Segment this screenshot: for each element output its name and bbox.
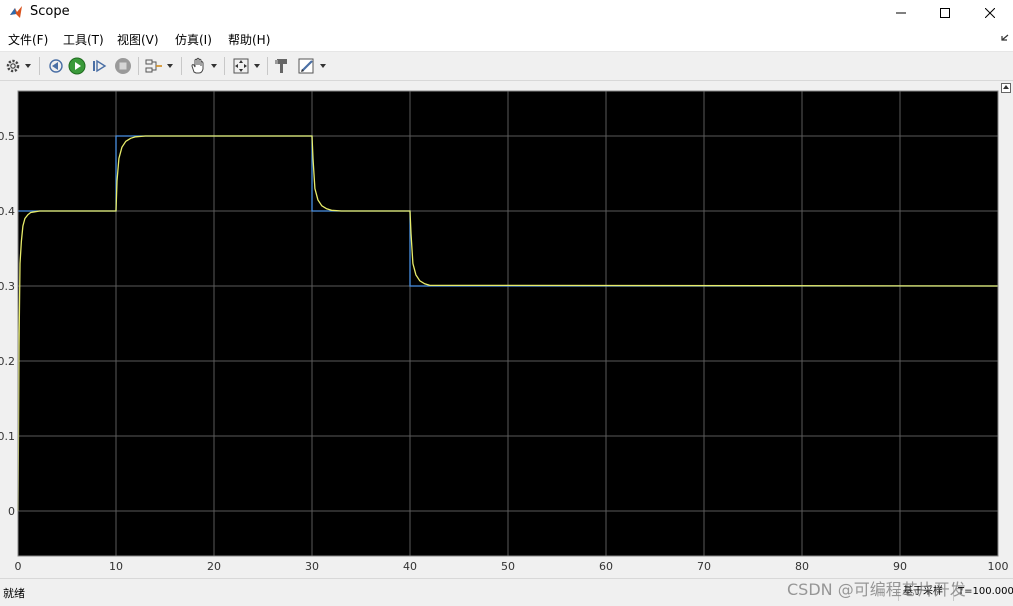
toolbar-separator <box>138 57 139 75</box>
menu-help[interactable]: 帮助(H) <box>228 31 270 48</box>
scope-plot-area: 0 10 20 30 40 50 60 70 80 90 100 0 0.1 0.2 0.3 0.4 0.5 <box>0 81 1013 578</box>
toolbar-separator <box>267 57 268 75</box>
menu-bar: 文件(F) 工具(T) 视图(V) 仿真(I) 帮助(H) <box>0 25 1013 52</box>
menu-view[interactable]: 视图(V) <box>117 31 159 48</box>
chevron-down-icon <box>25 64 31 68</box>
style-icon <box>275 59 287 73</box>
chevron-down-icon <box>211 64 217 68</box>
x-tick-label: 20 <box>207 560 221 573</box>
x-tick-label: 100 <box>988 560 1009 573</box>
scope-chart[interactable]: 0 10 20 30 40 50 60 70 80 90 100 0 0.1 0.2 0.3 0.4 0.5 <box>0 81 1013 578</box>
menu-file[interactable]: 文件(F) <box>8 31 48 48</box>
step-back-button[interactable] <box>47 56 63 76</box>
menu-tools[interactable]: 工具(T) <box>63 31 104 48</box>
minimize-icon <box>896 12 906 13</box>
minimize-button[interactable] <box>878 0 924 25</box>
y-tick-label: 0.2 <box>0 355 15 368</box>
toolbar-separator <box>224 57 225 75</box>
x-tick-label: 40 <box>403 560 417 573</box>
window-title: Scope <box>30 4 70 19</box>
maximize-button[interactable] <box>922 0 968 25</box>
x-tick-label: 0 <box>15 560 22 573</box>
signal-select-icon <box>145 59 162 73</box>
step-forward-button[interactable] <box>91 56 107 76</box>
y-tick-label: 0.4 <box>0 205 15 218</box>
toolbar-separator <box>181 57 182 75</box>
close-icon <box>985 7 995 18</box>
stop-icon <box>115 58 131 74</box>
menu-simulation[interactable]: 仿真(I) <box>175 31 212 48</box>
edit-icon <box>298 58 314 74</box>
run-button[interactable] <box>68 56 86 76</box>
maximize-icon <box>940 7 950 18</box>
toolbar-separator <box>39 57 40 75</box>
x-tick-label: 30 <box>305 560 319 573</box>
close-button[interactable] <box>967 0 1013 25</box>
step-forward-icon <box>93 59 107 73</box>
edit-properties-button[interactable] <box>298 56 326 76</box>
matlab-logo-icon <box>10 6 22 18</box>
style-button[interactable] <box>274 56 290 76</box>
y-tick-label: 0.1 <box>0 430 15 443</box>
x-tick-label: 80 <box>795 560 809 573</box>
run-icon <box>68 57 86 75</box>
dock-arrow-icon[interactable] <box>1001 34 1009 42</box>
toolbar <box>0 52 1013 81</box>
y-tick-label: 0 <box>8 505 15 518</box>
chevron-down-icon <box>254 64 260 68</box>
x-tick-label: 90 <box>893 560 907 573</box>
settings-button[interactable] <box>5 56 31 76</box>
title-bar: Scope <box>0 0 1013 25</box>
pan-button[interactable] <box>189 56 217 76</box>
x-tick-label: 60 <box>599 560 613 573</box>
zoom-fit-button[interactable] <box>232 56 260 76</box>
chevron-down-icon <box>320 64 326 68</box>
zoom-fit-icon <box>233 58 249 74</box>
signal-select-button[interactable] <box>145 56 173 76</box>
x-tick-label: 70 <box>697 560 711 573</box>
stop-button[interactable] <box>114 56 132 76</box>
gear-icon <box>6 59 20 73</box>
legend-toggle-icon[interactable] <box>1001 83 1011 93</box>
chevron-down-icon <box>167 64 173 68</box>
y-tick-label: 0.3 <box>0 280 15 293</box>
x-tick-label: 50 <box>501 560 515 573</box>
x-tick-label: 10 <box>109 560 123 573</box>
pan-hand-icon <box>191 57 204 74</box>
watermark-text: CSDN @可编程芯片开发 <box>787 580 966 599</box>
step-back-icon <box>49 59 63 73</box>
y-tick-label: 0.5 <box>0 130 15 143</box>
status-ready-text: 就绪 <box>3 587 25 600</box>
